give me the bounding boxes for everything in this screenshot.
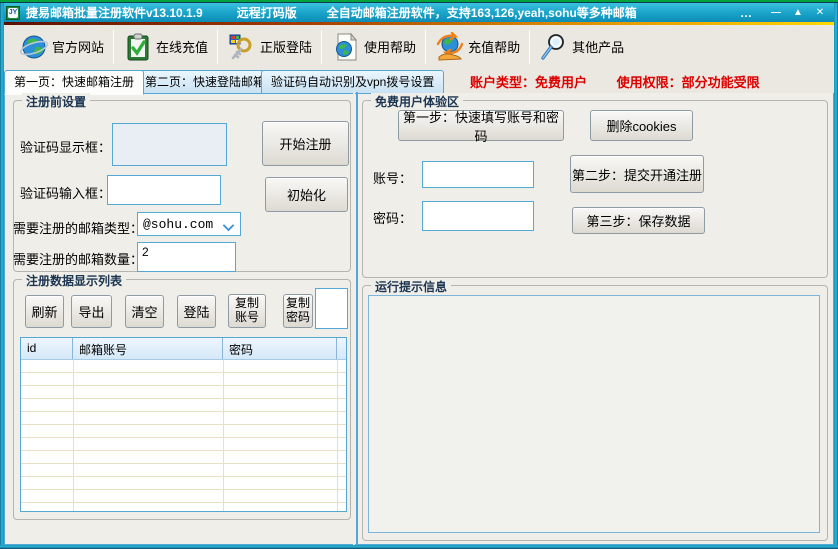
toolbar-usage-help[interactable]: 使用帮助 (322, 28, 425, 66)
panel-divider (353, 92, 355, 545)
window-left-border (0, 3, 4, 549)
side-input-box[interactable] (315, 288, 348, 329)
app-window: JY 捷易邮箱批量注册软件v13.10.1.9 远程打码版 全自动邮箱注册软件，… (0, 0, 838, 549)
email-type-select[interactable]: @sohu.com (137, 212, 241, 236)
toolbar-recharge-help[interactable]: 充值帮助 (426, 28, 529, 66)
window-title-description: 全自动邮箱注册软件，支持163,126,yeah,sohu等多种邮箱 (327, 4, 637, 21)
titlebar-accent-line (0, 22, 838, 25)
minimize-button[interactable]: — (768, 6, 784, 20)
toolbar-genuine-login[interactable]: 正版登陆 (218, 28, 321, 66)
toolbar-label: 充值帮助 (468, 37, 520, 56)
delete-cookies-button[interactable]: 删除cookies (590, 110, 693, 141)
table-header-row: id 邮箱账号 密码 (21, 338, 346, 360)
help-document-icon (331, 32, 361, 62)
refresh-button[interactable]: 刷新 (25, 295, 64, 328)
login-button[interactable]: 登陆 (177, 295, 216, 328)
account-status: 账户类型：免费用户 使用权限：部分功能受限 (470, 72, 760, 91)
group-title: 注册前设置 (22, 93, 90, 110)
step1-fill-account-button[interactable]: 第一步：快速填写账号和密码 (398, 110, 564, 141)
maximize-button[interactable]: ▲ (790, 6, 806, 20)
captcha-display-box (112, 123, 227, 166)
run-info-textarea[interactable] (368, 295, 820, 533)
globe-hand-icon (435, 32, 465, 62)
titlebar: JY 捷易邮箱批量注册软件v13.10.1.9 远程打码版 全自动邮箱注册软件，… (0, 3, 838, 22)
clipboard-check-icon (123, 32, 153, 62)
close-button[interactable]: ✕ (812, 6, 828, 20)
captcha-input-field[interactable] (107, 175, 221, 205)
tab-quick-register[interactable]: 第一页：快速邮箱注册 (4, 70, 144, 95)
email-count-field[interactable]: 2 (137, 242, 236, 272)
account-field[interactable] (422, 161, 534, 188)
password-field[interactable] (422, 201, 534, 231)
column-header-password[interactable]: 密码 (223, 338, 337, 359)
toolbar-label: 在线充值 (156, 37, 208, 56)
group-title: 运行提示信息 (371, 278, 451, 295)
toolbar-online-recharge[interactable]: 在线充值 (114, 28, 217, 66)
copy-account-button[interactable]: 复制账号 (228, 294, 266, 328)
password-label: 密码： (373, 208, 412, 227)
registration-table[interactable]: id 邮箱账号 密码 (20, 337, 347, 512)
toolbar-official-site[interactable]: 官方网站 (10, 28, 113, 66)
key-icon (227, 32, 257, 62)
column-line (337, 360, 338, 511)
email-type-value: @sohu.com (138, 217, 224, 232)
app-icon: JY (6, 6, 20, 20)
column-header-id[interactable]: id (21, 338, 73, 359)
start-register-button[interactable]: 开始注册 (262, 121, 349, 166)
window-top-border-line (0, 2, 838, 3)
captcha-input-label: 验证码输入框： (20, 183, 111, 202)
chevron-down-icon (224, 221, 234, 228)
window-right-border (834, 3, 838, 549)
window-bottom-border (0, 545, 838, 549)
toolbar-label: 其他产品 (572, 37, 624, 56)
group-title: 注册数据显示列表 (22, 272, 126, 289)
step2-submit-button[interactable]: 第二步：提交开通注册 (570, 155, 704, 193)
window-title: 捷易邮箱批量注册软件v13.10.1.9 (26, 4, 203, 21)
account-type-text: 账户类型：免费用户 (470, 75, 587, 90)
toolbar: 官方网站 在线充值 正版登陆 (4, 25, 834, 68)
toolbar-label: 使用帮助 (364, 37, 416, 56)
magnifier-icon (539, 32, 569, 62)
copy-password-button[interactable]: 复制密码 (283, 294, 313, 328)
toolbar-label: 正版登陆 (260, 37, 312, 56)
account-label: 账号： (373, 168, 412, 187)
titlebar-dots: … (740, 6, 754, 20)
initialize-button[interactable]: 初始化 (265, 177, 348, 212)
email-count-label: 需要注册的邮箱数量： (13, 249, 143, 268)
tab-strip: 第一页：快速邮箱注册 第二页：快速登陆邮箱 验证码自动识别及vpn拨号设置 账户… (4, 68, 834, 93)
window-controls: — ▲ ✕ (768, 6, 828, 20)
clear-button[interactable]: 清空 (125, 295, 164, 328)
globe-icon (19, 32, 49, 62)
column-header-email[interactable]: 邮箱账号 (73, 338, 223, 359)
export-button[interactable]: 导出 (71, 295, 112, 328)
column-line (73, 360, 74, 511)
toolbar-other-products[interactable]: 其他产品 (530, 28, 633, 66)
tab-quick-login[interactable]: 第二页：快速登陆邮箱 (135, 70, 275, 94)
column-line (223, 360, 224, 511)
toolbar-label: 官方网站 (52, 37, 104, 56)
table-body[interactable] (21, 360, 346, 511)
window-title-edition: 远程打码版 (237, 4, 297, 21)
captcha-display-label: 验证码显示框： (20, 137, 111, 156)
tab-captcha-vpn-settings[interactable]: 验证码自动识别及vpn拨号设置 (261, 70, 444, 94)
email-type-label: 需要注册的邮箱类型： (13, 218, 143, 237)
step3-save-button[interactable]: 第三步：保存数据 (572, 207, 705, 234)
permission-text: 使用权限：部分功能受限 (617, 75, 760, 90)
